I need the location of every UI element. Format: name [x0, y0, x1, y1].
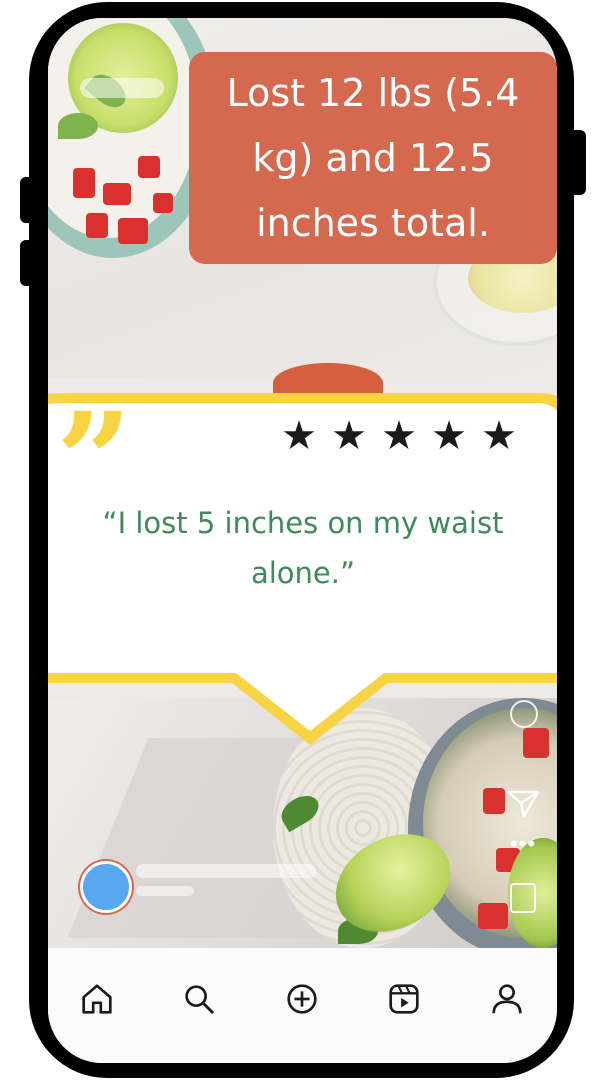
- like-heart-icon[interactable]: ♡: [503, 616, 532, 648]
- star-icon: ★: [281, 414, 317, 458]
- profile-icon: [492, 984, 522, 1014]
- subtitle-placeholder: [136, 886, 194, 896]
- avatar[interactable]: [80, 861, 132, 913]
- post-title-placeholder: [80, 78, 164, 98]
- nav-reels[interactable]: [381, 976, 427, 1022]
- nav-search[interactable]: [176, 976, 222, 1022]
- bookmark-icon[interactable]: [510, 883, 536, 913]
- nav-home[interactable]: [74, 976, 120, 1022]
- reels-icon: [389, 984, 419, 1014]
- phone-screen: Lost 12 lbs (5.4 kg) and 12.5 inches tot…: [48, 18, 557, 1063]
- star-icon: ★: [431, 414, 467, 458]
- nav-profile[interactable]: [484, 976, 530, 1022]
- headline-text: Lost 12 lbs (5.4 kg) and 12.5 inches tot…: [226, 70, 520, 245]
- home-icon: [82, 984, 112, 1014]
- username-placeholder: [136, 864, 316, 878]
- bottom-nav: [48, 948, 557, 1063]
- star-icon: ★: [331, 414, 367, 458]
- testimonial-quote: “I lost 5 inches on my waist alone.”: [102, 506, 504, 590]
- comment-icon[interactable]: [510, 700, 538, 728]
- star-icon: ★: [381, 414, 417, 458]
- create-icon: [287, 984, 317, 1014]
- star-icon: ★: [481, 414, 517, 458]
- more-icon[interactable]: •••: [508, 833, 538, 855]
- send-icon[interactable]: [506, 788, 540, 818]
- nav-create[interactable]: [279, 976, 325, 1022]
- search-icon: [185, 985, 214, 1014]
- star-rating: ★ ★ ★ ★ ★: [276, 416, 522, 456]
- headline-banner: Lost 12 lbs (5.4 kg) and 12.5 inches tot…: [189, 52, 557, 264]
